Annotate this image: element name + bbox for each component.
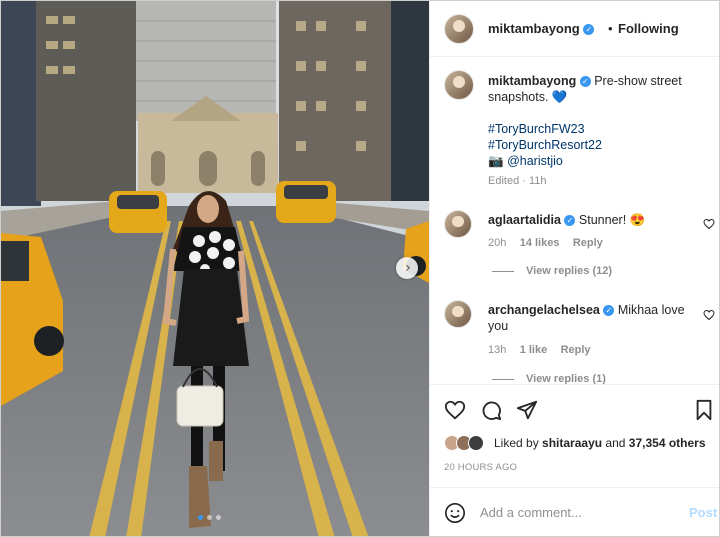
carousel-dots xyxy=(198,515,221,520)
comment-meta: 13h 1 like Reply xyxy=(488,342,591,356)
view-replies-button[interactable]: View replies (1) xyxy=(492,373,606,384)
reply-button[interactable]: Reply xyxy=(573,237,603,249)
bookmark-icon[interactable] xyxy=(694,399,714,421)
instagram-post-window: › miktambayong ✓ • Following miktambayon… xyxy=(0,0,720,537)
likes-text: Liked by shitaraayu and 37,354 others xyxy=(494,436,706,450)
comment-age[interactable]: 13h xyxy=(488,344,506,356)
carousel-dot xyxy=(207,515,212,520)
carousel-dot xyxy=(198,515,203,520)
header-separator: • xyxy=(608,21,613,36)
comment: archangelachelsea ✓ Mikhaa love you xyxy=(488,302,698,334)
emoji-icon[interactable] xyxy=(444,502,466,524)
comment-likes[interactable]: 14 likes xyxy=(520,237,560,249)
comments-list[interactable]: miktambayong ✓ Pre-show street snapshots… xyxy=(430,58,719,384)
caption-author-username[interactable]: miktambayong xyxy=(488,74,576,88)
heart-icon[interactable] xyxy=(444,399,466,421)
post-caption: miktambayong ✓ Pre-show street snapshots… xyxy=(488,73,710,189)
liker-avatar xyxy=(468,435,484,451)
post-header: miktambayong ✓ • Following xyxy=(430,1,719,57)
following-button[interactable]: Following xyxy=(618,21,679,36)
commenter-username[interactable]: archangelachelsea xyxy=(488,303,600,317)
likes-summary[interactable]: Liked by shitaraayu and 37,354 others xyxy=(444,434,714,454)
verified-badge-icon: ✓ xyxy=(579,76,591,88)
comment-meta: 20h 14 likes Reply xyxy=(488,235,603,249)
post-time-ago[interactable]: 20 HOURS AGO xyxy=(444,462,517,473)
comment-icon[interactable] xyxy=(480,399,502,421)
heart-icon[interactable] xyxy=(703,218,715,230)
add-comment-input[interactable]: Add a comment... xyxy=(480,505,582,520)
mention-link[interactable]: @haristjio xyxy=(507,154,563,168)
caption-edited-time: Edited · 11h xyxy=(488,175,547,187)
commenter-avatar[interactable] xyxy=(444,300,472,328)
author-username[interactable]: miktambayong ✓ xyxy=(488,21,595,36)
post-comment-button[interactable]: Post xyxy=(689,505,717,520)
post-photo[interactable]: › xyxy=(1,1,429,536)
post-side-panel: miktambayong ✓ • Following miktambayong … xyxy=(429,1,719,536)
add-comment-bar: Add a comment... Post xyxy=(430,487,719,536)
liker-username[interactable]: shitaraayu xyxy=(542,436,602,450)
comment: aglaartalidia ✓ Stunner! 😍 xyxy=(488,212,698,228)
chevron-right-icon: › xyxy=(405,260,411,276)
post-action-bar xyxy=(430,384,719,434)
verified-badge-icon: ✓ xyxy=(583,24,595,36)
heart-icon[interactable] xyxy=(703,309,715,321)
verified-badge-icon: ✓ xyxy=(603,305,615,317)
share-icon[interactable] xyxy=(516,399,538,421)
likes-count[interactable]: 37,354 others xyxy=(629,436,706,450)
comment-age[interactable]: 20h xyxy=(488,237,506,249)
commenter-username[interactable]: aglaartalidia xyxy=(488,213,561,227)
author-avatar[interactable] xyxy=(444,14,474,44)
carousel-next-button[interactable]: › xyxy=(396,257,418,279)
street-photo-illustration xyxy=(1,1,429,536)
view-replies-button[interactable]: View replies (12) xyxy=(492,265,612,277)
hashtag-link[interactable]: #ToryBurchResort22 xyxy=(488,137,710,153)
hashtag-link[interactable]: #ToryBurchFW23 xyxy=(488,121,710,137)
caption-author-avatar[interactable] xyxy=(444,70,474,100)
reply-button[interactable]: Reply xyxy=(561,344,591,356)
carousel-dot xyxy=(216,515,221,520)
likes-prefix: Liked by xyxy=(494,436,539,450)
likes-middle: and xyxy=(605,436,626,450)
commenter-avatar[interactable] xyxy=(444,210,472,238)
verified-badge-icon: ✓ xyxy=(564,215,576,227)
comment-likes[interactable]: 1 like xyxy=(520,344,548,356)
camera-icon: 📷 xyxy=(488,154,504,168)
comment-text: Stunner! 😍 xyxy=(578,213,646,227)
author-username-text[interactable]: miktambayong xyxy=(488,21,580,36)
